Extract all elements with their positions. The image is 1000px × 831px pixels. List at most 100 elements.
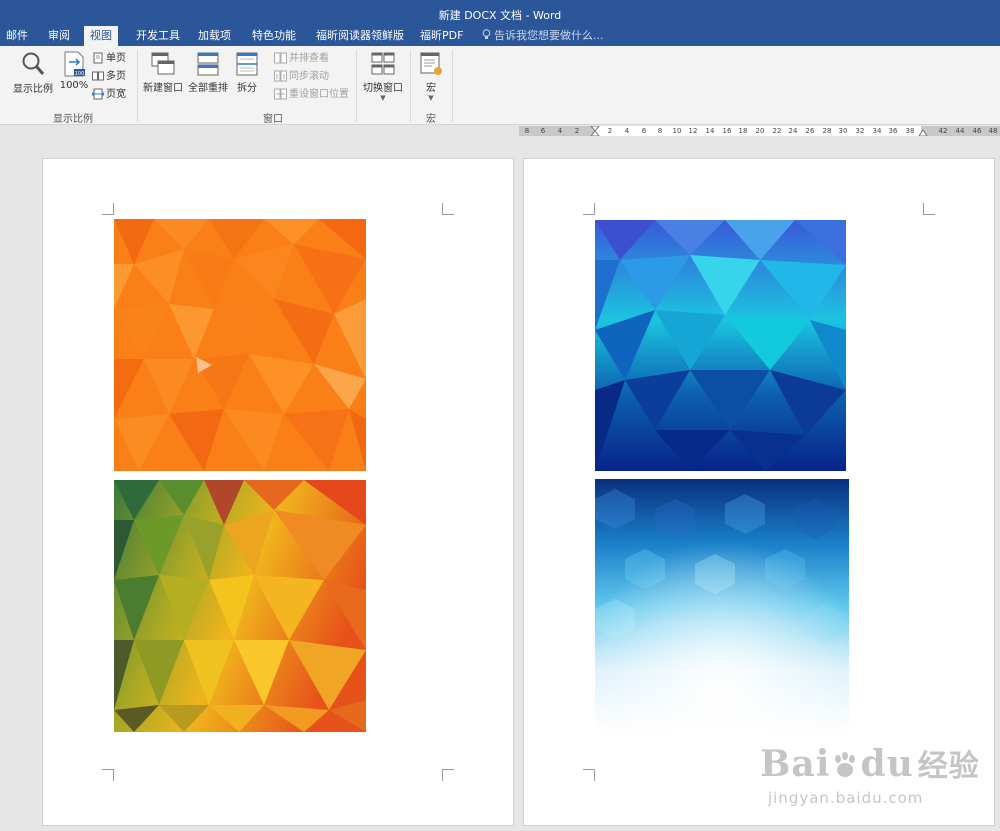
one-page-button[interactable]: 单页 [92,51,126,67]
tab-foxit-reader[interactable]: 福昕阅读器领鲜版 [310,26,410,46]
ruler-tick: 32 [855,127,865,135]
new-window-icon [151,52,175,75]
right-indent-marker[interactable] [918,126,928,136]
first-line-indent-marker[interactable] [590,126,600,136]
ruler-tick: 20 [755,127,765,135]
page-2[interactable]: Bai du 经验 jingyan.baidu.com [523,158,995,826]
horizontal-ruler[interactable]: 8 6 4 2 2 4 6 8 10 12 14 16 18 20 22 24 26 28 30 32 34 36 38 42… [519,126,1000,136]
tab-view[interactable]: 视图 [84,26,118,46]
window-title: 新建 DOCX 文档 - Word [438,9,562,22]
ruler-tick: 48 [988,127,998,135]
ruler-tick: 10 [672,127,682,135]
macro-group-label: 宏 [426,114,436,125]
ruler-tick: 6 [641,127,647,135]
macros-button[interactable]: 宏 ▼ [414,51,448,102]
reset-window-position-button[interactable]: 重设窗口位置 [274,87,349,103]
group-separator [356,50,357,122]
split-icon [236,52,258,76]
arrange-all-button[interactable]: 全部重排 [186,51,230,94]
ruler-tick: 26 [805,127,815,135]
tab-addins[interactable]: 加载项 [192,26,237,46]
reset-position-label: 重设窗口位置 [289,89,349,100]
ruler-tick: 38 [905,127,915,135]
ruler-tick: 16 [722,127,732,135]
switch-window-icon [371,52,395,75]
ruler-tick: 6 [540,127,546,135]
watermark-url: jingyan.baidu.com [768,789,924,807]
switch-window-label: 切换窗口 [363,83,403,94]
ruler-tick: 46 [972,127,982,135]
blue-white-hex-image[interactable] [595,479,849,733]
ruler-tick: 42 [938,127,948,135]
multicolor-lowpoly-image[interactable] [114,480,366,732]
ruler-tick: 30 [838,127,848,135]
sync-scroll-icon [274,70,287,82]
tell-me-placeholder: 告诉我您想要做什么... [494,29,604,42]
tell-me-box[interactable]: 告诉我您想要做什么... [482,26,604,46]
ruler-tick: 4 [624,127,630,135]
watermark-logo-bai: Bai [760,743,831,785]
arrange-all-icon [197,52,219,76]
group-separator [452,50,453,122]
sync-scroll-button[interactable]: 同步滚动 [274,69,329,85]
page-width-button[interactable]: 页宽 [91,87,126,103]
ruler-tick: 2 [574,127,580,135]
blue-lowpoly-image[interactable] [595,220,846,471]
group-separator [137,50,138,122]
split-button[interactable]: 拆分 [232,51,262,94]
margin-corner-mark [102,203,114,215]
macros-label: 宏 [426,83,436,94]
ruler-tick: 34 [872,127,882,135]
ruler-tick: 28 [822,127,832,135]
split-label: 拆分 [237,83,257,94]
sync-scroll-label: 同步滚动 [289,71,329,82]
macro-icon [420,52,442,75]
arrange-all-label: 全部重排 [188,83,228,94]
zoom-button[interactable]: 显示比例 [10,50,56,95]
baidu-watermark: Bai du 经验 jingyan.baidu.com [760,741,980,807]
margin-corner-mark [442,203,454,215]
ribbon: 显示比例 100 100% 单页 多页 页宽 显示比例 新建窗口 全部重排 拆分… [0,46,1000,125]
tab-review[interactable]: 审阅 [42,26,76,46]
zoom-100-label: 100% [59,80,89,91]
tab-special-features[interactable]: 特色功能 [246,26,302,46]
lightbulb-icon [482,29,491,39]
watermark-logo-du: du [860,743,914,785]
group-separator [410,50,411,122]
zoom-100-button[interactable]: 100 100% [58,50,90,91]
switch-window-button[interactable]: 切换窗口 ▼ [360,51,406,102]
ruler-tick: 22 [772,127,782,135]
multi-page-icon [92,71,104,81]
chevron-down-icon: ▼ [428,94,434,102]
window-group-label: 窗口 [263,114,283,125]
ruler-tick: 4 [557,127,563,135]
zoom-label: 显示比例 [13,84,53,95]
margin-corner-mark [102,769,114,781]
side-by-side-label: 并排查看 [289,53,329,64]
margin-corner-mark [583,769,595,781]
ruler-tick: 8 [524,127,530,135]
page-100-icon: 100 [64,51,85,77]
ruler-tick: 44 [955,127,965,135]
multi-page-button[interactable]: 多页 [92,69,126,85]
orange-lowpoly-image[interactable] [114,219,366,471]
side-by-side-button[interactable]: 并排查看 [274,51,329,67]
page-width-label: 页宽 [106,89,126,100]
margin-corner-mark [583,203,595,215]
magnifier-icon [22,52,45,75]
ruler-tick: 12 [688,127,698,135]
new-window-label: 新建窗口 [143,83,183,94]
ruler-tick: 36 [888,127,898,135]
ruler-tick: 18 [738,127,748,135]
tab-developer[interactable]: 开发工具 [130,26,186,46]
ruler-tick: 24 [788,127,798,135]
tab-mailings[interactable]: 邮件 [0,26,34,46]
tab-foxit-pdf[interactable]: 福昕PDF [414,26,469,46]
margin-corner-mark [923,203,935,215]
page-width-icon [91,88,105,100]
margin-corner-mark [442,769,454,781]
ruler-tick: 8 [657,127,663,135]
page-1[interactable] [42,158,514,826]
chevron-down-icon: ▼ [380,94,386,102]
new-window-button[interactable]: 新建窗口 [142,51,184,94]
